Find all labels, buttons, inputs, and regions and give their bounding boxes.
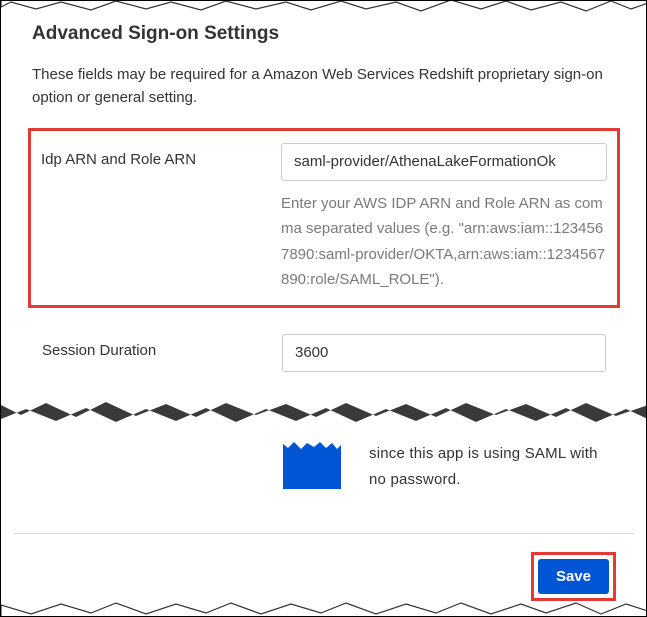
info-text: since this app is using SAML with no pas… — [369, 441, 618, 492]
page-description: These fields may be required for a Amazo… — [32, 63, 616, 110]
save-button[interactable]: Save — [538, 559, 609, 594]
session-duration-field-row: Session Duration — [32, 322, 616, 384]
idp-arn-hint: Enter your AWS IDP ARN and Role ARN as c… — [281, 191, 607, 293]
footer: Save — [14, 533, 634, 601]
page-title: Advanced Sign-on Settings — [32, 23, 616, 45]
idp-arn-control: Enter your AWS IDP ARN and Role ARN as c… — [281, 143, 607, 293]
idp-arn-field-row: Idp ARN and Role ARN Enter your AWS IDP … — [28, 128, 620, 308]
info-icon — [283, 441, 341, 489]
info-row: since this app is using SAML with no pas… — [30, 441, 618, 492]
torn-edge-bottom — [1, 599, 647, 617]
session-duration-input[interactable] — [282, 334, 606, 372]
info-panel: since this app is using SAML with no pas… — [14, 437, 634, 492]
idp-arn-input[interactable] — [281, 143, 607, 181]
session-duration-control — [282, 334, 606, 372]
save-highlight: Save — [531, 552, 616, 601]
idp-arn-label: Idp ARN and Role ARN — [41, 143, 281, 168]
settings-screenshot: Advanced Sign-on Settings These fields m… — [0, 0, 647, 617]
advanced-signon-panel: Advanced Sign-on Settings These fields m… — [14, 7, 634, 384]
session-duration-label: Session Duration — [42, 334, 282, 359]
torn-edge-middle — [1, 397, 647, 427]
